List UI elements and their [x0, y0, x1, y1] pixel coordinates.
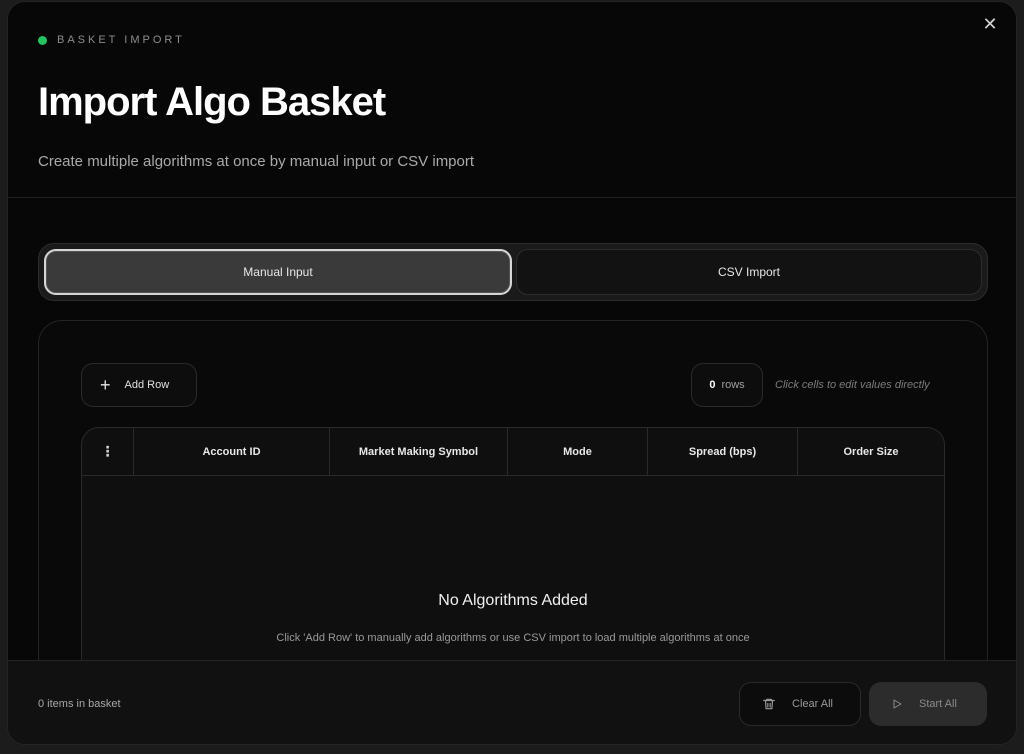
start-all-label: Start All	[919, 698, 957, 710]
edit-hint: Click cells to edit values directly	[775, 379, 930, 391]
modal-footer: 0 items in basket Clear All Start All	[8, 660, 1016, 744]
empty-state-title: No Algorithms Added	[438, 592, 588, 609]
modal-title: Import Algo Basket	[38, 80, 386, 124]
rows-label: rows	[721, 379, 745, 391]
column-mode: Mode	[508, 428, 648, 475]
play-icon	[891, 697, 903, 711]
close-icon[interactable]: ✕	[980, 14, 1000, 34]
modal-kicker: BASKET IMPORT	[38, 34, 185, 46]
rows-count-badge: 0 rows	[691, 363, 763, 407]
tab-manual-input[interactable]: Manual Input	[44, 249, 512, 295]
empty-state-description: Click 'Add Row' to manually add algorith…	[276, 632, 750, 644]
plus-icon: +	[100, 375, 111, 395]
rows-count: 0	[709, 379, 716, 391]
column-market-making-symbol: Market Making Symbol	[330, 428, 508, 475]
kebab-menu-icon[interactable]: ⋮	[101, 443, 115, 460]
kicker-text: BASKET IMPORT	[57, 34, 185, 46]
import-basket-modal: ✕ BASKET IMPORT Import Algo Basket Creat…	[7, 1, 1017, 745]
basket-count: 0 items in basket	[38, 698, 121, 710]
input-mode-tabs: Manual Input CSV Import	[38, 243, 988, 301]
table-header: ⋮ Account ID Market Making Symbol Mode S…	[82, 428, 944, 476]
add-row-button[interactable]: + Add Row	[81, 363, 197, 407]
algorithms-table: ⋮ Account ID Market Making Symbol Mode S…	[81, 427, 945, 687]
manual-input-panel: + Add Row 0 rows Click cells to edit val…	[38, 320, 988, 687]
status-dot-icon	[38, 35, 47, 45]
clear-all-button[interactable]: Clear All	[739, 682, 861, 726]
start-all-button[interactable]: Start All	[869, 682, 987, 726]
trash-icon	[762, 697, 776, 711]
header-divider	[8, 197, 1016, 198]
column-spread: Spread (bps)	[648, 428, 798, 475]
column-menu[interactable]: ⋮	[82, 428, 134, 475]
column-order-size: Order Size	[843, 445, 899, 458]
clear-all-label: Clear All	[792, 698, 833, 710]
column-account-id: Account ID	[134, 428, 330, 475]
tab-csv-import[interactable]: CSV Import	[516, 249, 982, 295]
modal-subtitle: Create multiple algorithms at once by ma…	[38, 153, 475, 170]
add-row-label: Add Row	[124, 379, 170, 391]
